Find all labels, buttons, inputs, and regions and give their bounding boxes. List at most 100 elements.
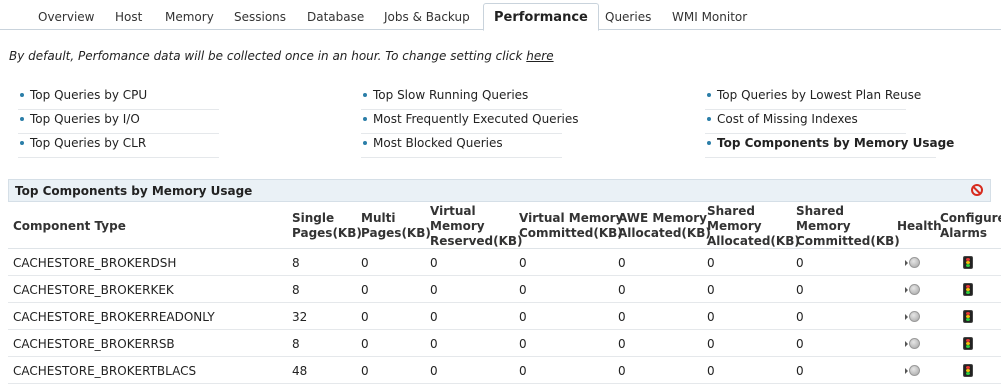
- tab-queries[interactable]: Queries: [605, 10, 651, 24]
- col-single-pages: Single Pages(KB): [292, 211, 362, 241]
- table-row: CACHESTORE_BROKERRSB 8 0 0 0 0 0 0: [8, 330, 1001, 357]
- cell-single-pages: 8: [292, 283, 300, 297]
- cell-component: CACHESTORE_BROKERRSB: [13, 337, 175, 351]
- tab-bar: Overview Host Memory Sessions Database J…: [0, 0, 1001, 31]
- col-shared-alloc-line2: Memory: [707, 219, 762, 233]
- col-shared-committed: Shared Memory Committed(KB): [796, 204, 900, 249]
- arrow-right-icon: [905, 368, 908, 374]
- col-vm-committed: Virtual Memory Committed(KB): [519, 211, 623, 241]
- cell-single-pages: 8: [292, 337, 300, 351]
- col-awe-line2: Allocated(KB): [618, 226, 711, 240]
- table-header: Component Type Single Pages(KB) Multi Pa…: [8, 202, 1001, 249]
- cell-awe: 0: [618, 283, 626, 297]
- bullet-icon: [363, 116, 367, 121]
- cell-multi-pages: 0: [361, 256, 369, 270]
- link-top-queries-cpu[interactable]: Top Queries by CPU: [18, 88, 219, 110]
- link-top-queries-io[interactable]: Top Queries by I/O: [18, 112, 219, 134]
- col-vm-reserved: Virtual Memory Reserved(KB): [430, 204, 523, 249]
- col-shared-comm-line2: Memory: [796, 219, 851, 233]
- health-status-icon[interactable]: [905, 284, 921, 296]
- table-row: CACHESTORE_BROKERKEK 8 0 0 0 0 0 0: [8, 276, 1001, 303]
- traffic-light-icon[interactable]: [963, 364, 973, 377]
- col-shared-alloc-line3: Allocated(KB): [707, 234, 800, 248]
- cell-multi-pages: 0: [361, 337, 369, 351]
- col-shared-comm-line3: Committed(KB): [796, 234, 900, 248]
- col-awe-line1: AWE Memory: [618, 211, 707, 225]
- link-most-blocked[interactable]: Most Blocked Queries: [361, 136, 562, 158]
- col-vm-committed-line2: Committed(KB): [519, 226, 623, 240]
- cell-vm-committed: 0: [519, 364, 527, 378]
- cell-vm-committed: 0: [519, 310, 527, 324]
- tab-performance[interactable]: Performance: [483, 3, 599, 31]
- cell-shared-allocated: 0: [707, 310, 715, 324]
- cell-vm-reserved: 0: [430, 364, 438, 378]
- col-configure-line1: Configure: [940, 211, 1001, 225]
- cell-shared-allocated: 0: [707, 364, 715, 378]
- tab-jobs-backup[interactable]: Jobs & Backup: [384, 10, 470, 24]
- cell-component: CACHESTORE_BROKERTBLACS: [13, 364, 197, 378]
- collection-info-text: By default, Perfomance data will be coll…: [9, 49, 527, 63]
- tab-wmi-monitor[interactable]: WMI Monitor: [672, 10, 747, 24]
- health-status-icon[interactable]: [905, 338, 921, 350]
- col-health: Health: [897, 219, 942, 233]
- col-shared-allocated: Shared Memory Allocated(KB): [707, 204, 800, 249]
- traffic-light-icon[interactable]: [963, 283, 973, 296]
- link-cost-missing-indexes[interactable]: Cost of Missing Indexes: [705, 112, 906, 134]
- cell-multi-pages: 0: [361, 283, 369, 297]
- link-lowest-plan-reuse[interactable]: Top Queries by Lowest Plan Reuse: [705, 88, 921, 110]
- tab-memory[interactable]: Memory: [165, 10, 214, 24]
- col-component-type: Component Type: [13, 219, 126, 233]
- cell-component: CACHESTORE_BROKERKEK: [13, 283, 174, 297]
- bullet-icon: [707, 92, 711, 97]
- panel-header: Top Components by Memory Usage: [8, 179, 991, 202]
- cell-vm-committed: 0: [519, 256, 527, 270]
- col-vm-reserved-line3: Reserved(KB): [430, 234, 523, 248]
- bullet-icon: [707, 140, 711, 145]
- status-dot-icon: [909, 365, 920, 376]
- cell-awe: 0: [618, 310, 626, 324]
- col-multi-pages: Multi Pages(KB): [361, 211, 431, 241]
- col-vm-reserved-line1: Virtual: [430, 204, 476, 218]
- bullet-icon: [20, 140, 24, 145]
- tab-overview[interactable]: Overview: [38, 10, 95, 24]
- col-shared-comm-line1: Shared: [796, 204, 844, 218]
- traffic-light-icon[interactable]: [963, 337, 973, 350]
- arrow-right-icon: [905, 341, 908, 347]
- cell-vm-reserved: 0: [430, 337, 438, 351]
- cell-component: CACHESTORE_BROKERDSH: [13, 256, 177, 270]
- no-entry-icon[interactable]: [971, 184, 983, 196]
- tab-sessions[interactable]: Sessions: [234, 10, 286, 24]
- col-shared-alloc-line1: Shared: [707, 204, 755, 218]
- traffic-light-icon[interactable]: [963, 310, 973, 323]
- link-top-queries-clr[interactable]: Top Queries by CLR: [18, 136, 219, 158]
- bullet-icon: [707, 116, 711, 121]
- bullet-icon: [363, 92, 367, 97]
- health-status-icon[interactable]: [905, 311, 921, 323]
- col-single-pages-line2: Pages(KB): [292, 226, 362, 240]
- cell-vm-committed: 0: [519, 337, 527, 351]
- cell-vm-reserved: 0: [430, 283, 438, 297]
- status-dot-icon: [909, 338, 920, 349]
- tab-host[interactable]: Host: [115, 10, 142, 24]
- tab-database[interactable]: Database: [307, 10, 364, 24]
- link-top-slow-running[interactable]: Top Slow Running Queries: [361, 88, 562, 110]
- col-configure-alarms: Configure Alarms: [940, 211, 1001, 241]
- col-awe-memory: AWE Memory Allocated(KB): [618, 211, 711, 241]
- health-status-icon[interactable]: [905, 365, 921, 377]
- traffic-light-icon[interactable]: [963, 256, 973, 269]
- panel-title: Top Components by Memory Usage: [15, 184, 253, 198]
- change-setting-link[interactable]: here: [526, 49, 553, 63]
- link-most-frequently-executed[interactable]: Most Frequently Executed Queries: [361, 112, 578, 134]
- health-status-icon[interactable]: [905, 257, 921, 269]
- col-multi-pages-line1: Multi: [361, 211, 396, 225]
- collection-info: By default, Perfomance data will be coll…: [9, 49, 554, 63]
- table-row: CACHESTORE_BROKERREADONLY 32 0 0 0 0 0 0: [8, 303, 1001, 330]
- cell-single-pages: 48: [292, 364, 308, 378]
- link-top-components-memory[interactable]: Top Components by Memory Usage: [705, 136, 954, 158]
- arrow-right-icon: [905, 260, 908, 266]
- cell-vm-reserved: 0: [430, 310, 438, 324]
- cell-shared-allocated: 0: [707, 283, 715, 297]
- bullet-icon: [20, 92, 24, 97]
- status-dot-icon: [909, 311, 920, 322]
- cell-single-pages: 32: [292, 310, 308, 324]
